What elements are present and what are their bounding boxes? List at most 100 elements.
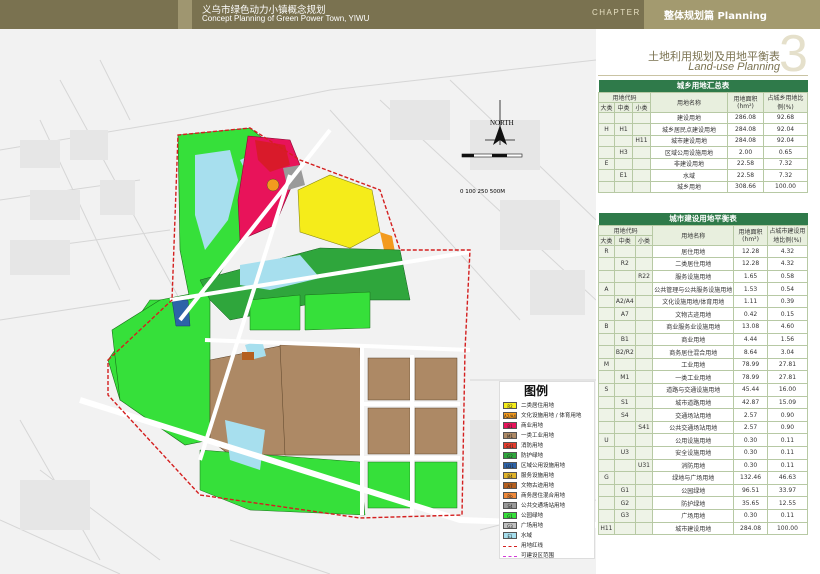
table-cell-c2 <box>613 458 636 473</box>
table-cell-c3 <box>632 180 651 193</box>
table-cell-name: 非建设用地 <box>650 157 728 170</box>
table-cell-c1 <box>598 496 615 510</box>
legend-label: 文物古迹用地 <box>521 483 555 489</box>
table-cell-c1 <box>598 332 615 347</box>
table-cell-name: 文物古迹用地 <box>652 307 735 322</box>
map-legend: 图例 R2 二类居住用地 A2/A4 文化设施用地 / 体育用地 B1 商业用地 M1 一类工… <box>499 381 595 559</box>
table-cell-c3 <box>634 395 654 410</box>
table-cell-c3 <box>634 294 654 309</box>
table-cell-name: 城市建设用地 <box>652 521 735 536</box>
legend-swatch <box>503 546 517 547</box>
table-cell-ratio: 100.00 <box>766 521 809 536</box>
table-cell-name: 商业服务业设施用地 <box>652 320 735 334</box>
table2-header-area: 用地面积 (hm²) <box>733 224 768 246</box>
table-cell-c2: M1 <box>613 370 636 385</box>
table-cell-c2 <box>613 320 636 334</box>
legend-label: 公共交通场站用地 <box>521 503 566 509</box>
table-cell-ratio: 92.04 <box>763 123 808 136</box>
table-cell-c1: G <box>598 471 615 485</box>
table-cell-c3 <box>634 345 654 359</box>
section-tab-label[interactable]: 整体规划篇 Planning <box>664 7 767 22</box>
table-cell-c2: E1 <box>614 169 633 182</box>
legend-swatch <box>503 556 517 557</box>
table-cell-name: 公共管理与公共服务设施用地 <box>652 282 735 296</box>
section-title-en: Land-use Planning <box>688 61 780 73</box>
land-use-map[interactable]: NORTH 0 100 250 500M 图例 R2 二类居住用地 A2/A4 文化设… <box>0 29 596 574</box>
legend-swatch: R2 <box>503 402 517 409</box>
legend-swatch: S41 <box>503 442 517 449</box>
table-row: H11 城市建设用地 284.08 92.04 <box>598 134 808 147</box>
scale-label: 0 100 250 500M <box>460 189 505 195</box>
table1-header-area: 用地面积 (hm²) <box>727 91 764 113</box>
table-cell-c3 <box>632 146 651 159</box>
table1-title: 城乡用地汇总表 <box>598 80 808 92</box>
table-cell-c3 <box>634 446 654 460</box>
table-cell-c3: R22 <box>634 269 654 284</box>
table-cell-c1 <box>598 257 615 271</box>
table-cell-c1 <box>598 307 615 322</box>
table-cell-area: 78.99 <box>733 357 768 372</box>
legend-label: 一类工业用地 <box>521 433 555 439</box>
table-cell-ratio: 0.90 <box>766 408 809 422</box>
table-row: S41 公共交通场站用地 2.57 0.90 <box>598 420 809 435</box>
legend-label: 防护绿地 <box>521 453 544 459</box>
legend-title: 图例 <box>524 384 549 398</box>
table-cell-c2: B1 <box>613 332 636 347</box>
table-row: G 绿地与广场用地 132.46 46.63 <box>598 471 809 485</box>
table-cell-ratio: 7.32 <box>763 169 808 182</box>
table1-header-name: 用地名称 <box>650 91 728 113</box>
table-cell-name: 服务设施用地 <box>652 269 735 284</box>
table2-header-ratio: 占城市建设用地比例(%) <box>766 224 809 246</box>
table-cell-area: 2.00 <box>727 146 764 159</box>
table-cell-ratio: 16.00 <box>766 383 809 397</box>
table-cell-c3 <box>634 357 654 372</box>
table-cell-name: 城市道路用地 <box>652 395 735 410</box>
table-cell-ratio: 0.54 <box>766 282 809 296</box>
table-cell-c3 <box>634 282 654 296</box>
table-cell-c3 <box>634 471 654 485</box>
table-cell-c2 <box>614 180 633 193</box>
legend-label: 水域 <box>521 533 533 539</box>
table-row: A7 文物古迹用地 0.42 0.15 <box>598 307 809 322</box>
table-cell-area: 284.08 <box>727 134 764 147</box>
table-cell-area: 308.66 <box>727 180 764 193</box>
table-cell-c2: H3 <box>614 146 633 159</box>
table-cell-area: 0.30 <box>733 508 768 523</box>
table-cell-area: 78.99 <box>733 370 768 385</box>
table-cell-name: 区域公用设施用地 <box>650 146 728 159</box>
table1-header-code: 用地代码 <box>598 91 651 103</box>
table-cell-c3 <box>634 521 654 536</box>
table-cell-name: 水域 <box>650 169 728 182</box>
table-row: E 非建设用地 22.58 7.32 <box>598 157 808 170</box>
table-cell-ratio: 4.60 <box>766 320 809 334</box>
table-cell-name: 消防用地 <box>652 458 735 473</box>
legend-label: 二类居住用地 <box>521 403 555 409</box>
table-row: H3 区域公用设施用地 2.00 0.65 <box>598 146 808 159</box>
table-cell-c2 <box>613 420 636 435</box>
table-cell-c2: G2 <box>613 496 636 510</box>
table-cell-c3: H11 <box>632 134 651 147</box>
table-cell-ratio: 0.15 <box>766 307 809 322</box>
legend-swatch: S4 <box>503 502 517 509</box>
legend-swatch: U31 <box>503 462 517 469</box>
table-cell-ratio: 92.68 <box>763 111 808 124</box>
table-row: G3 广场用地 0.30 0.11 <box>598 508 809 523</box>
table-cell-c3 <box>632 123 651 136</box>
table-cell-name: 居住用地 <box>652 244 735 259</box>
table-cell-c3 <box>634 508 654 523</box>
table-cell-area: 4.44 <box>733 332 768 347</box>
table-cell-c3 <box>634 320 654 334</box>
section-divider <box>598 75 808 76</box>
table-row: A2/A4 文化设施用地/体育用地 1.11 0.39 <box>598 294 809 309</box>
table-row: 建设用地 286.08 92.68 <box>598 111 808 124</box>
table2-header-code: 用地代码 <box>597 224 654 236</box>
table-cell-c2 <box>613 269 636 284</box>
table-cell-ratio: 4.32 <box>766 244 809 259</box>
table-cell-area: 0.30 <box>733 446 768 460</box>
table-cell-area: 8.64 <box>733 345 768 359</box>
legend-swatch: G2 <box>503 452 517 459</box>
table-cell-c3 <box>634 244 654 259</box>
table-cell-c1 <box>598 134 615 147</box>
table-cell-area: 22.58 <box>727 157 764 170</box>
legend-label: 公园绿地 <box>521 513 544 519</box>
